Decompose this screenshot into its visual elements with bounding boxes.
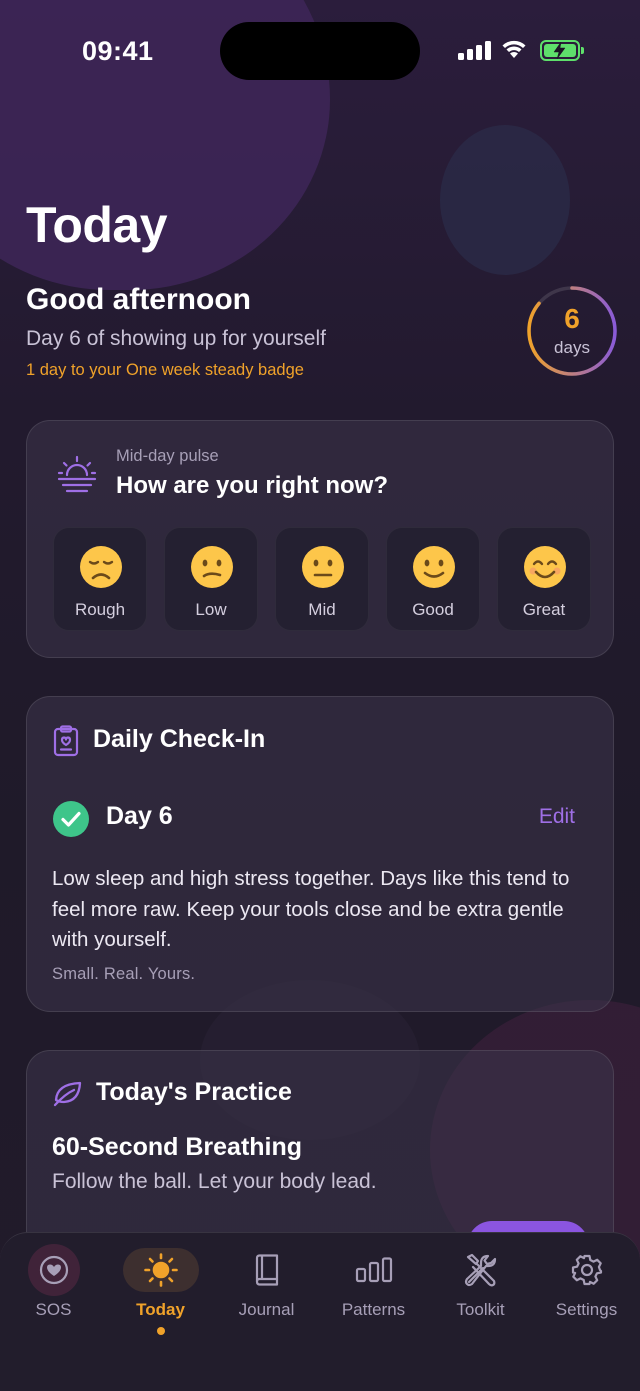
tab-label: Today [136, 1300, 185, 1319]
clipboard-heart-icon [53, 725, 79, 757]
gear-icon [571, 1254, 602, 1286]
tab-icon-wrap [347, 1248, 401, 1292]
practice-description: Follow the ball. Let your body lead. [52, 1170, 377, 1193]
pulse-question: How are you right now? [116, 472, 389, 499]
bar-chart-icon [355, 1257, 392, 1283]
tools-icon [464, 1253, 496, 1287]
streak-unit: days [554, 338, 590, 357]
practice-name: 60-Second Breathing [52, 1133, 303, 1161]
smiling-face-icon [524, 546, 566, 588]
checkin-day: Day 6 [106, 802, 173, 830]
active-tab-indicator [156, 1327, 165, 1335]
cellular-signal-icon [458, 41, 491, 60]
tab-today[interactable]: Today [107, 1233, 214, 1343]
tab-journal[interactable]: Journal [213, 1233, 320, 1343]
confused-face-icon [191, 546, 233, 588]
heart-icon [39, 1255, 68, 1285]
streak-count: 6 [564, 303, 580, 334]
mood-label: Rough [74, 600, 126, 619]
dynamic-island [220, 22, 420, 80]
tab-bar: SOS Today Journal Patterns Toolkit Setti… [0, 1232, 640, 1391]
pulse-eyebrow: Mid-day pulse [116, 447, 219, 465]
sunrise-icon [57, 455, 97, 493]
leaf-icon [53, 1081, 82, 1107]
tab-label: Patterns [341, 1300, 406, 1319]
background-blob [440, 125, 570, 275]
tab-label: SOS [35, 1300, 72, 1319]
daily-checkin-card: Daily Check-In Day 6 Edit Low sleep and … [26, 696, 614, 1012]
mood-label: Great [522, 600, 566, 619]
greeting-heading: Good afternoon [26, 283, 251, 316]
tab-icon-wrap [122, 1248, 199, 1292]
mood-option-low[interactable]: Low [164, 527, 258, 631]
tab-toolkit[interactable]: Toolkit [427, 1233, 534, 1343]
tab-icon-wrap [560, 1248, 614, 1292]
practice-title: Today's Practice [96, 1078, 292, 1106]
edit-checkin-button[interactable]: Edit [539, 805, 575, 829]
mood-option-mid[interactable]: Mid [275, 527, 369, 631]
wifi-icon [502, 40, 526, 58]
neutral-face-icon [302, 546, 344, 588]
badge-progress-text: 1 day to your One week steady badge [26, 361, 304, 379]
mood-option-great[interactable]: Great [497, 527, 591, 631]
mood-options: Rough Low Mid Good Great [53, 527, 591, 631]
tab-icon-wrap [240, 1248, 294, 1292]
tab-patterns[interactable]: Patterns [320, 1233, 427, 1343]
checkin-title: Daily Check-In [93, 725, 266, 753]
mood-label: Mid [308, 600, 336, 619]
checkmark-circle-icon [53, 801, 89, 837]
page-title: Today [26, 197, 168, 253]
tab-label: Toolkit [456, 1300, 505, 1319]
streak-subtitle: Day 6 of showing up for yourself [26, 327, 326, 350]
battery-icon [540, 40, 584, 61]
streak-ring[interactable]: 6 days [526, 285, 618, 377]
book-icon [255, 1254, 278, 1286]
mood-option-rough[interactable]: Rough [53, 527, 147, 631]
sun-icon [143, 1253, 178, 1287]
status-time: 09:41 [82, 36, 154, 66]
tab-icon-wrap [454, 1248, 508, 1292]
tab-sos[interactable]: SOS [0, 1233, 107, 1343]
mood-label: Good [412, 600, 454, 619]
checkin-footnote: Small. Real. Yours. [52, 965, 196, 983]
mood-label: Low [195, 600, 227, 619]
tab-settings[interactable]: Settings [533, 1233, 640, 1343]
status-bar: 09:41 [0, 0, 640, 100]
mood-option-good[interactable]: Good [386, 527, 480, 631]
tab-label: Journal [238, 1300, 295, 1319]
disappointed-face-icon [80, 546, 122, 588]
slight-smile-face-icon [413, 546, 455, 588]
midday-pulse-card: Mid-day pulse How are you right now? Rou… [26, 420, 614, 658]
checkin-summary: Low sleep and high stress together. Days… [52, 867, 570, 951]
tab-icon-wrap [27, 1244, 80, 1296]
tab-label: Settings [555, 1300, 618, 1319]
